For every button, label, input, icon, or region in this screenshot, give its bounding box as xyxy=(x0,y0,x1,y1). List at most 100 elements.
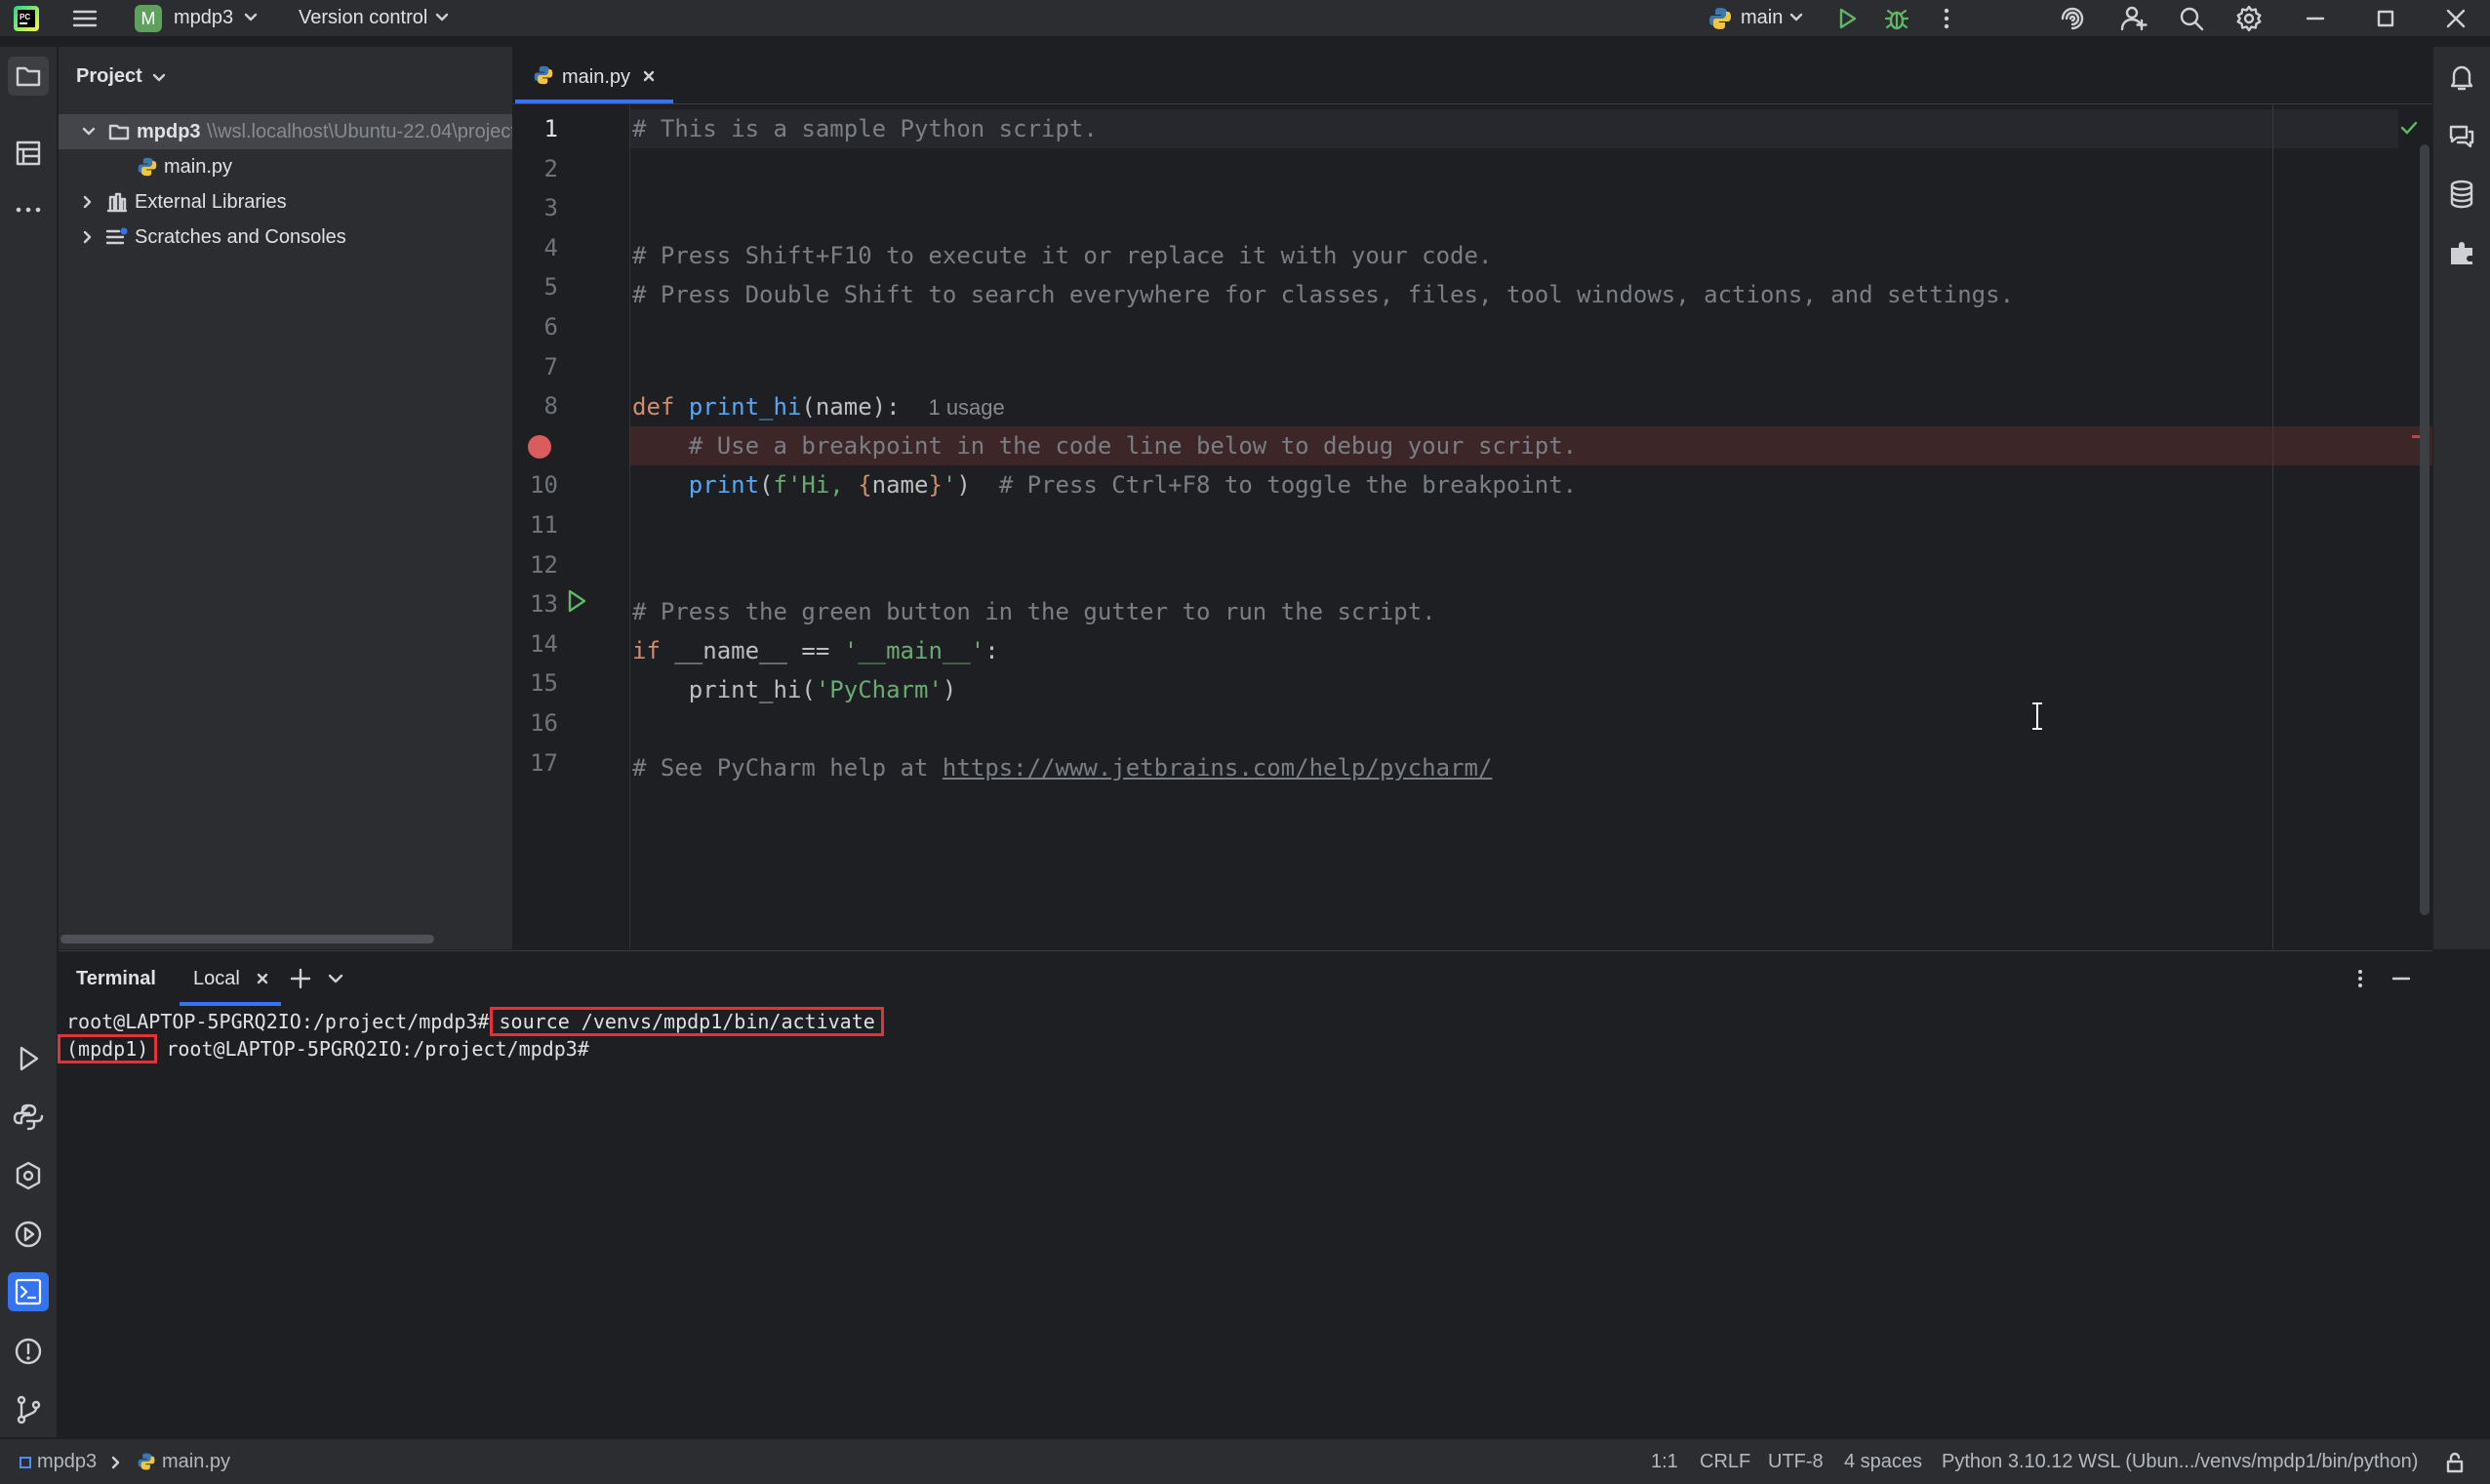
code-line-14[interactable]: print_hi('PyCharm') xyxy=(632,670,957,709)
python-file-icon xyxy=(533,64,554,86)
breadcrumb-project[interactable]: mpdp3 xyxy=(37,1439,97,1484)
minimize-window-icon[interactable] xyxy=(2305,8,2326,29)
chevron-right-icon xyxy=(82,230,94,244)
project-horizontal-scrollbar[interactable] xyxy=(60,935,434,943)
terminal-prompt: root@LAPTOP-5PGRQ2IO:/project/mpdp3# xyxy=(166,1037,589,1061)
caret-position[interactable]: 1:1 xyxy=(1651,1439,1678,1484)
right-margin-guide xyxy=(2272,103,2273,949)
terminal-tool-window-icon[interactable] xyxy=(8,1272,49,1311)
line-separator[interactable]: CRLF xyxy=(1700,1439,1750,1484)
project-widget[interactable]: M mpdp3 xyxy=(133,2,260,34)
code-line-8[interactable]: # Use a breakpoint in the code line belo… xyxy=(632,426,1577,465)
lock-icon[interactable] xyxy=(2445,1452,2465,1473)
close-window-icon[interactable] xyxy=(2445,8,2467,29)
venv-indicator: (mpdp1) xyxy=(66,1037,149,1061)
tree-row-main-py[interactable]: main.py xyxy=(59,149,512,184)
ai-assistant-icon[interactable] xyxy=(2059,5,2086,32)
search-icon[interactable] xyxy=(2178,5,2205,32)
run-gutter-icon[interactable] xyxy=(564,588,589,614)
active-tab-underline xyxy=(515,100,673,103)
no-problems-check-icon[interactable] xyxy=(2398,117,2420,139)
pycharm-logo-icon[interactable]: PC xyxy=(14,6,39,31)
line-number: 17 xyxy=(530,748,558,777)
code-line-16[interactable]: # See PyCharm help at https://www.jetbra… xyxy=(632,748,1492,787)
project-name: mpdp3 xyxy=(174,7,234,28)
usage-inlay-hint[interactable]: 1 usage xyxy=(928,395,1004,420)
code-comment: # Use a breakpoint in the code line belo… xyxy=(688,432,1578,460)
more-tool-windows-icon[interactable] xyxy=(12,193,45,226)
run-configuration-selector[interactable]: main xyxy=(1706,0,1807,36)
help-link[interactable]: https://www.jetbrains.com/help/pycharm/ xyxy=(943,754,1493,782)
ai-chat-icon[interactable] xyxy=(2445,119,2478,152)
git-icon[interactable] xyxy=(12,1393,45,1426)
code-line-4[interactable]: # Press Double Shift to search everywher… xyxy=(632,275,2014,314)
close-tab-icon[interactable] xyxy=(256,972,269,985)
code-string: 'PyCharm' xyxy=(815,676,943,703)
problems-icon[interactable] xyxy=(12,1335,45,1368)
project-panel-header[interactable]: Project xyxy=(76,59,166,94)
terminal-tab-label: Local xyxy=(193,968,240,989)
line-number: 16 xyxy=(530,709,558,737)
run-icon[interactable] xyxy=(1834,6,1860,31)
notifications-bell-icon[interactable] xyxy=(2445,60,2478,94)
scratches-icon xyxy=(105,226,129,248)
indent-settings[interactable]: 4 spaces xyxy=(1844,1439,1922,1484)
chevron-right-icon xyxy=(111,1456,121,1469)
add-user-icon[interactable] xyxy=(2119,4,2149,33)
python-packages-icon[interactable] xyxy=(12,1101,45,1134)
python-file-icon xyxy=(137,1452,156,1471)
line-number: 15 xyxy=(530,669,558,698)
editor-tab-label: main.py xyxy=(562,66,631,88)
code-line-7[interactable]: def print_hi(name): 1 usage xyxy=(632,387,1005,426)
status-bar: mpdp3 main.py 1:1 CRLF UTF-8 4 spaces Py… xyxy=(0,1438,2490,1484)
terminal-options-icon[interactable] xyxy=(2353,967,2367,990)
services-icon[interactable] xyxy=(12,1159,45,1192)
python-console-icon[interactable] xyxy=(12,1218,45,1251)
tree-file-name: main.py xyxy=(164,156,233,178)
code-comment: # Press Shift+F10 to execute it or repla… xyxy=(632,242,1493,269)
maximize-window-icon[interactable] xyxy=(2375,8,2396,29)
tree-row-root[interactable]: mpdp3 \\wsl.localhost\Ubuntu-22.04\proje… xyxy=(59,114,512,149)
plugins-icon[interactable] xyxy=(2445,236,2478,269)
line-number: 6 xyxy=(543,313,558,341)
project-panel-title: Project xyxy=(76,65,142,87)
code-line-9[interactable]: print(f'Hi, {name}') # Press Ctrl+F8 to … xyxy=(632,465,1577,504)
code-comment: # This is a sample Python script. xyxy=(632,115,1098,142)
file-encoding[interactable]: UTF-8 xyxy=(1768,1439,1824,1484)
editor-tab-main-py[interactable]: main.py xyxy=(513,47,673,103)
code-line-3[interactable]: # Press Shift+F10 to execute it or repla… xyxy=(632,236,1492,275)
python-interpreter[interactable]: Python 3.10.12 WSL (Ubun.../venvs/mpdp1/… xyxy=(1942,1439,2418,1484)
code-call: print_hi( xyxy=(688,676,816,703)
terminal-line-2[interactable]: (mpdp1) root@LAPTOP-5PGRQ2IO:/project/mp… xyxy=(57,1034,589,1063)
tree-row-external-libraries[interactable]: External Libraries xyxy=(59,184,512,220)
terminal-tab-local[interactable]: Local xyxy=(180,951,281,1006)
run-tool-window-icon[interactable] xyxy=(12,1042,45,1075)
terminal-title: Terminal xyxy=(76,968,156,989)
structure-icon[interactable] xyxy=(12,137,45,170)
breadcrumb-file[interactable]: main.py xyxy=(162,1439,230,1484)
new-terminal-tab-icon[interactable] xyxy=(289,967,312,990)
close-tab-icon[interactable] xyxy=(642,69,656,83)
tree-row-scratches[interactable]: Scratches and Consoles xyxy=(59,220,512,255)
code-params: (name): xyxy=(801,393,901,421)
main-menu-icon[interactable] xyxy=(71,7,99,30)
more-actions-icon[interactable] xyxy=(1940,6,1953,31)
terminal-line-1[interactable]: root@LAPTOP-5PGRQ2IO:/project/mpdp3# sour… xyxy=(66,1007,884,1036)
code-line-1[interactable]: # This is a sample Python script. xyxy=(632,109,1098,148)
chevron-down-icon[interactable] xyxy=(328,973,343,984)
hide-panel-icon[interactable] xyxy=(2390,967,2412,990)
project-tool-window-icon[interactable] xyxy=(8,57,49,96)
line-number: 5 xyxy=(543,273,558,301)
breakpoint-icon[interactable] xyxy=(527,434,552,460)
settings-gear-icon[interactable] xyxy=(2234,4,2264,33)
version-control-widget[interactable]: Version control xyxy=(299,0,455,36)
tree-external-libraries: External Libraries xyxy=(135,191,287,213)
debug-icon[interactable] xyxy=(1883,5,1910,32)
code-line-13[interactable]: if __name__ == '__main__': xyxy=(632,631,999,670)
tree-root-name: mpdp3 xyxy=(137,121,201,142)
database-icon[interactable] xyxy=(2445,178,2478,211)
code-line-12[interactable]: # Press the green button in the gutter t… xyxy=(632,592,1436,631)
code-keyword: def xyxy=(632,393,675,421)
editor-vertical-scrollbar[interactable] xyxy=(2420,144,2430,915)
code-string: ' xyxy=(942,471,957,499)
